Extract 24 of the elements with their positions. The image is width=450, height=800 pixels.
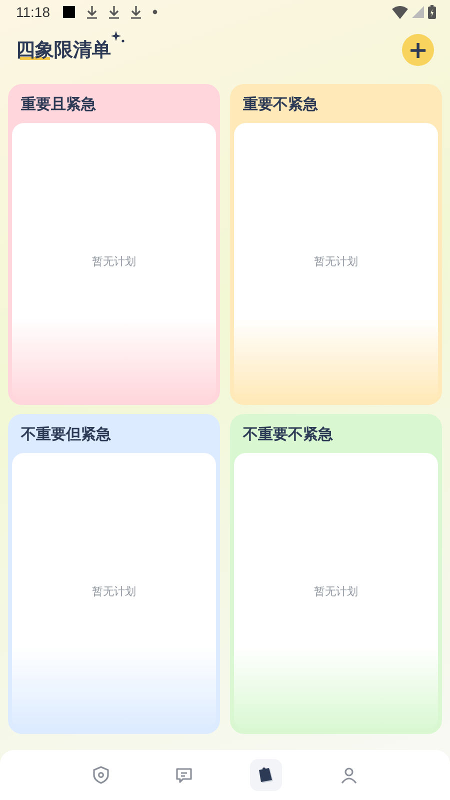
empty-state-text: 暂无计划 [314, 584, 358, 599]
download-icon [86, 5, 98, 19]
quadrant-title: 重要不紧急 [243, 95, 318, 115]
quadrant-title: 不重要不紧急 [243, 424, 333, 444]
app-title: 四象限清单 [16, 37, 111, 63]
download-icon [130, 5, 142, 19]
notification-icon [62, 5, 76, 19]
empty-state-text: 暂无计划 [314, 254, 358, 270]
quadrant-title: 不重要但紧急 [21, 424, 111, 444]
add-button[interactable]: + [402, 34, 434, 66]
message-icon [174, 765, 194, 785]
quadrant-title: 重要且紧急 [21, 95, 96, 115]
status-time: 11:18 [16, 4, 50, 20]
empty-state-text: 暂无计划 [92, 584, 136, 599]
sparkle-icon [111, 31, 125, 45]
battery-icon [428, 5, 436, 19]
signal-icon [412, 6, 424, 18]
empty-state-text: 暂无计划 [92, 254, 136, 270]
download-icon [108, 5, 120, 19]
wifi-icon [392, 6, 408, 18]
person-icon [338, 765, 359, 785]
shield-icon [91, 765, 112, 785]
nav-tab[interactable] [250, 759, 282, 791]
dot-icon [152, 9, 158, 15]
